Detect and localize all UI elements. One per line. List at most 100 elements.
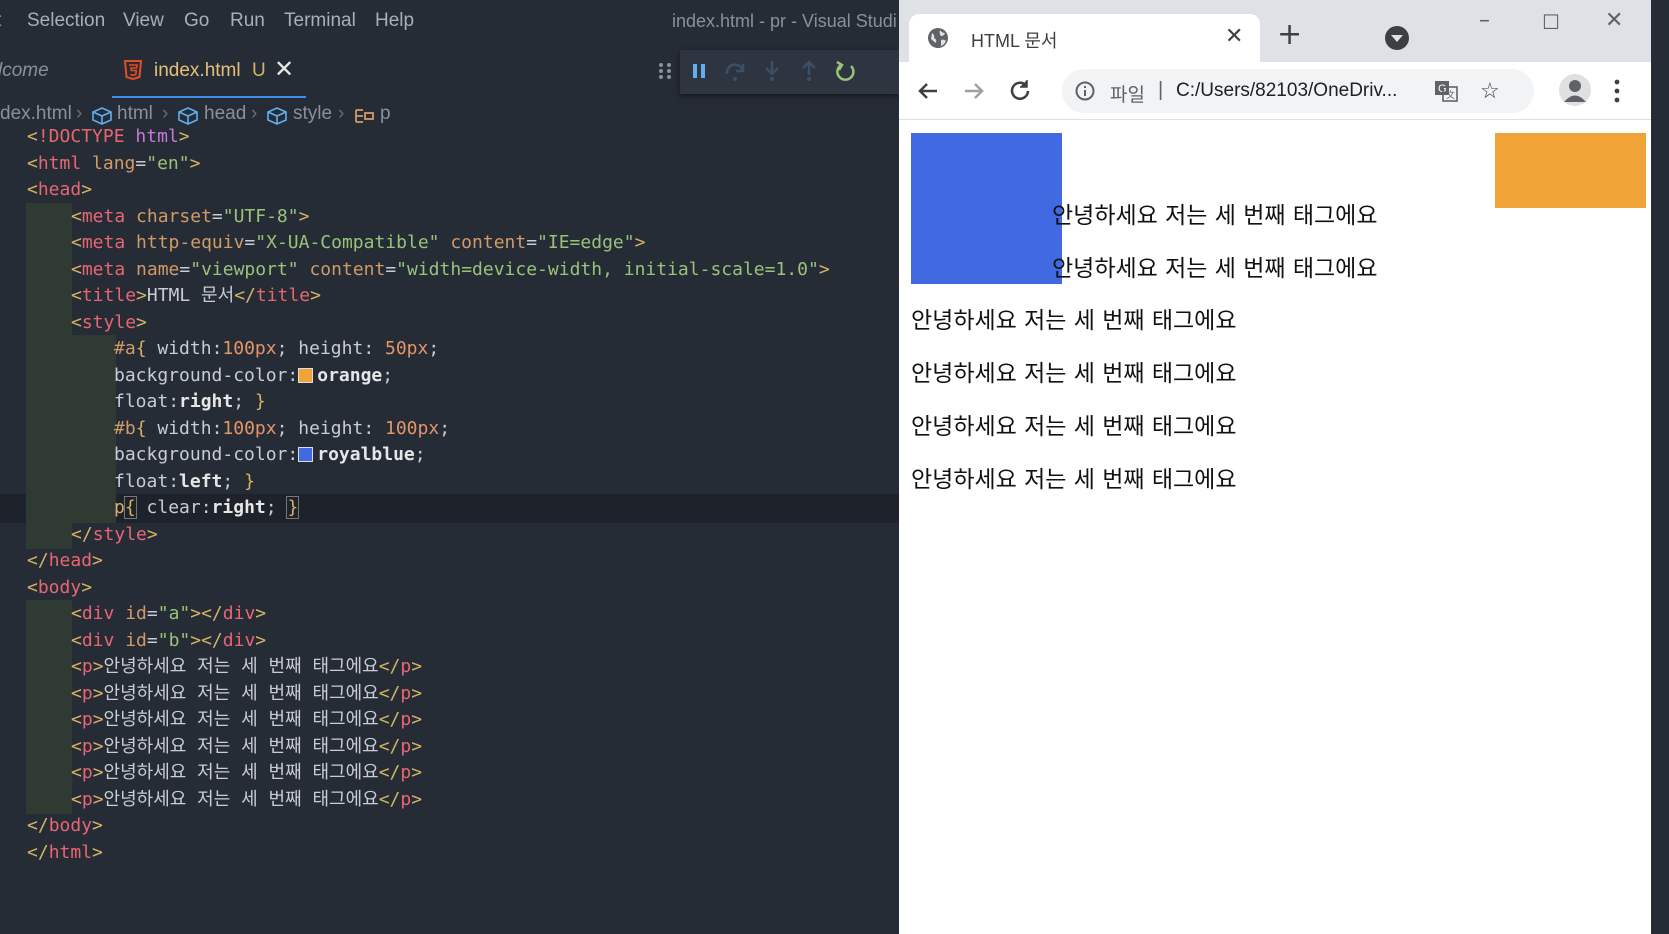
indent-guide <box>70 414 116 443</box>
pause-icon[interactable] <box>687 58 711 84</box>
tab-title: HTML 문서 <box>971 31 1058 51</box>
code-text: </body> <box>27 815 103 836</box>
code-line: <div id="a"></div> <box>0 600 899 629</box>
code-line: <p>안녕하세요 저는 세 번째 태그에요</p> <box>0 679 899 708</box>
menu-terminal[interactable]: Terminal <box>284 10 356 32</box>
code-text: <meta http-equiv="X-UA-Compatible" conte… <box>71 232 646 253</box>
orange-color-swatch[interactable] <box>298 367 314 383</box>
indent-guide <box>26 494 72 523</box>
info-icon[interactable] <box>1075 81 1095 101</box>
url-divider: | <box>1158 79 1164 101</box>
div-b-royalblue <box>911 133 1062 284</box>
back-arrow-icon[interactable] <box>913 76 943 106</box>
code-line: <style> <box>0 308 899 337</box>
code-text: background-color: royalblue; <box>114 444 426 465</box>
code-text: background-color: orange; <box>114 364 394 386</box>
step-over-icon[interactable] <box>723 58 747 84</box>
breadcrumb-head[interactable]: head <box>204 103 246 125</box>
code-text: </html> <box>27 841 103 863</box>
code-line: <p>안녕하세요 저는 세 번째 태그에요</p> <box>0 732 899 761</box>
indent-guide <box>26 229 72 258</box>
code-text: <p>안녕하세요 저는 세 번째 태그에요</p> <box>71 656 423 677</box>
url-text[interactable]: C:/Users/82103/OneDriv... <box>1176 80 1397 102</box>
paragraph: 안녕하세요 저는 세 번째 태그에요 <box>911 467 1237 493</box>
code-text: <head> <box>27 179 93 200</box>
maximize-icon[interactable]: ☐ <box>1542 10 1560 34</box>
indent-guide <box>26 467 72 496</box>
code-line: <div id="b"></div> <box>0 626 899 655</box>
indent-guide <box>26 308 72 337</box>
background-window-edge <box>1651 0 1669 934</box>
code-text: <div id="a"></div> <box>71 603 267 624</box>
code-text: <html lang="en"> <box>27 152 201 174</box>
tab-close-icon[interactable]: ✕ <box>1225 24 1243 49</box>
code-line: <p>안녕하세요 저는 세 번째 태그에요</p> <box>0 785 899 814</box>
breadcrumb-file[interactable]: dex.html <box>0 103 72 125</box>
indent-guide <box>70 361 116 390</box>
indent-guide <box>70 467 116 496</box>
step-into-icon[interactable] <box>760 58 784 84</box>
code-line: float:left; } <box>0 467 899 496</box>
window-close-icon[interactable]: ✕ <box>1605 8 1623 33</box>
menu-edit[interactable]: t <box>0 10 1 32</box>
div-a-orange <box>1495 133 1646 208</box>
bookmark-star-icon[interactable]: ☆ <box>1480 78 1500 104</box>
breadcrumb-p[interactable]: p <box>380 103 391 125</box>
code-line: background-color: orange; <box>0 361 899 390</box>
chrome-tab-strip: HTML 문서 ✕ + – ☐ ✕ <box>899 0 1651 62</box>
paragraph: 안녕하세요 저는 세 번째 태그에요 <box>1052 256 1378 282</box>
code-text: <meta name="viewport" content="width=dev… <box>71 258 830 280</box>
code-editor[interactable]: <!DOCTYPE html> <html lang="en"> <head> … <box>0 126 899 934</box>
indent-guide <box>26 759 72 788</box>
tab-search-icon[interactable] <box>1385 26 1409 50</box>
restart-icon[interactable] <box>833 58 857 84</box>
breadcrumb-html[interactable]: html <box>117 103 153 125</box>
menu-bar: t Selection View Go Run Terminal Help in… <box>0 0 899 44</box>
close-icon[interactable]: ✕ <box>274 55 294 83</box>
indent-guide <box>70 335 116 364</box>
drag-handle-icon[interactable] <box>653 58 677 84</box>
royalblue-color-swatch[interactable] <box>298 447 314 462</box>
indent-guide <box>26 388 72 417</box>
code-line: <html lang="en"> <box>0 150 899 179</box>
step-out-icon[interactable] <box>797 58 821 84</box>
browser-tab[interactable]: HTML 문서 ✕ <box>909 14 1260 62</box>
indent-guide <box>26 600 72 629</box>
menu-run[interactable]: Run <box>230 10 265 32</box>
tab-index-html[interactable]: index.html U ✕ <box>112 44 306 98</box>
code-line: <body> <box>0 574 899 603</box>
address-bar[interactable]: 파일 | C:/Users/82103/OneDriv... G 文 ☆ <box>1062 69 1534 113</box>
code-line: #a{ width:100px; height: 50px; <box>0 335 899 364</box>
code-text: <p>안녕하세요 저는 세 번째 태그에요</p> <box>71 762 423 783</box>
code-line: </html> <box>0 839 899 868</box>
menu-selection[interactable]: Selection <box>27 10 105 32</box>
menu-help[interactable]: Help <box>375 10 414 32</box>
chevron-right-icon: › <box>251 103 258 124</box>
code-line: <head> <box>0 176 899 205</box>
breadcrumb-style[interactable]: style <box>293 103 332 125</box>
code-line: </body> <box>0 812 899 841</box>
window-title: index.html - pr - Visual Studi <box>672 11 897 31</box>
svg-text:文: 文 <box>1446 89 1455 101</box>
indent-guide <box>26 706 72 735</box>
code-text: <title>HTML 문서</title> <box>71 285 321 306</box>
code-line: <title>HTML 문서</title> <box>0 282 899 311</box>
forward-arrow-icon[interactable] <box>959 76 989 106</box>
menu-go[interactable]: Go <box>184 10 209 32</box>
translate-icon[interactable]: G 文 <box>1434 79 1458 103</box>
code-text: #a{ width:100px; height: 50px; <box>114 338 440 359</box>
menu-view[interactable]: View <box>123 10 164 32</box>
chrome-window: HTML 문서 ✕ + – ☐ ✕ 파일 | C:/Users/82103/On… <box>899 0 1651 934</box>
minimize-icon[interactable]: – <box>1479 8 1490 33</box>
new-tab-icon[interactable]: + <box>1277 20 1302 50</box>
tab-welcome[interactable]: lcome <box>0 44 110 98</box>
code-text: <p>안녕하세요 저는 세 번째 태그에요</p> <box>71 788 423 810</box>
code-text: <!DOCTYPE html> <box>27 126 190 147</box>
debug-toolbar <box>659 50 899 94</box>
code-line: </style> <box>0 520 899 549</box>
profile-avatar-icon[interactable] <box>1559 74 1591 106</box>
globe-icon <box>928 28 948 48</box>
reload-icon[interactable] <box>1005 76 1035 106</box>
more-menu-icon[interactable] <box>1611 76 1623 106</box>
code-text: <p>안녕하세요 저는 세 번째 태그에요</p> <box>71 709 423 730</box>
